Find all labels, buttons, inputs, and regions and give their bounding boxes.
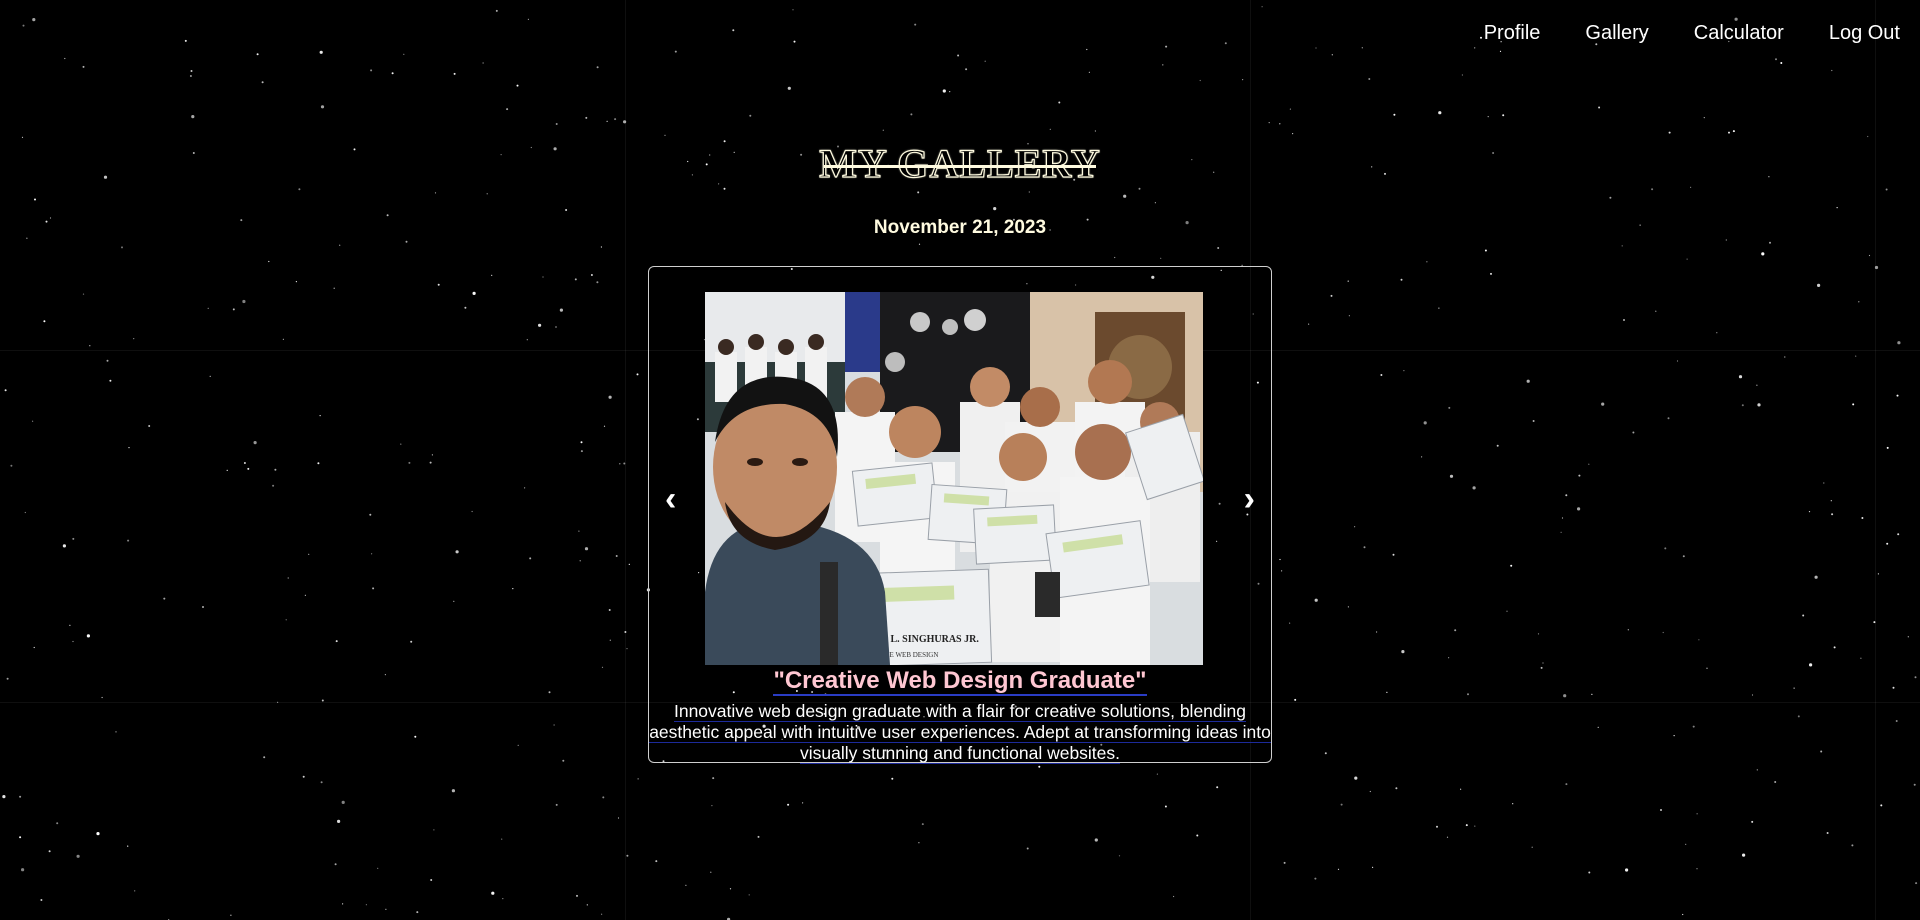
nav-calculator[interactable]: Calculator (1694, 22, 1784, 45)
slide-description-text: Innovative web design graduate with a fl… (649, 701, 1271, 764)
gallery-date: November 21, 2023 (873, 217, 1047, 238)
top-nav: Profile Gallery Calculator Log Out (1439, 22, 1900, 45)
nav-profile[interactable]: Profile (1484, 22, 1541, 45)
slide-title-text: "Creative Web Design Graduate" (773, 667, 1147, 696)
slide-description: Innovative web design graduate with a fl… (649, 701, 1271, 764)
graduates-photo: ARTURO L. SINGHURAS JR. CREATIVE WEB DES… (705, 292, 1203, 665)
prev-arrow-icon[interactable]: ‹ (665, 482, 676, 516)
gallery-page: Profile Gallery Calculator Log Out MY GA… (0, 0, 1920, 920)
title-strike-line (824, 165, 1096, 168)
gallery-photo: ARTURO L. SINGHURAS JR. CREATIVE WEB DES… (705, 292, 1203, 665)
nav-logout[interactable]: Log Out (1829, 22, 1900, 45)
nav-gallery[interactable]: Gallery (1585, 22, 1648, 45)
page-title: MY GALLERY (819, 140, 1101, 186)
slide-title: "Creative Web Design Graduate" (649, 667, 1271, 696)
gallery-card: ‹ › ARTURO L. SINGHURAS JR. CREATIVE WEB… (648, 266, 1272, 764)
next-arrow-icon[interactable]: › (1244, 482, 1255, 516)
